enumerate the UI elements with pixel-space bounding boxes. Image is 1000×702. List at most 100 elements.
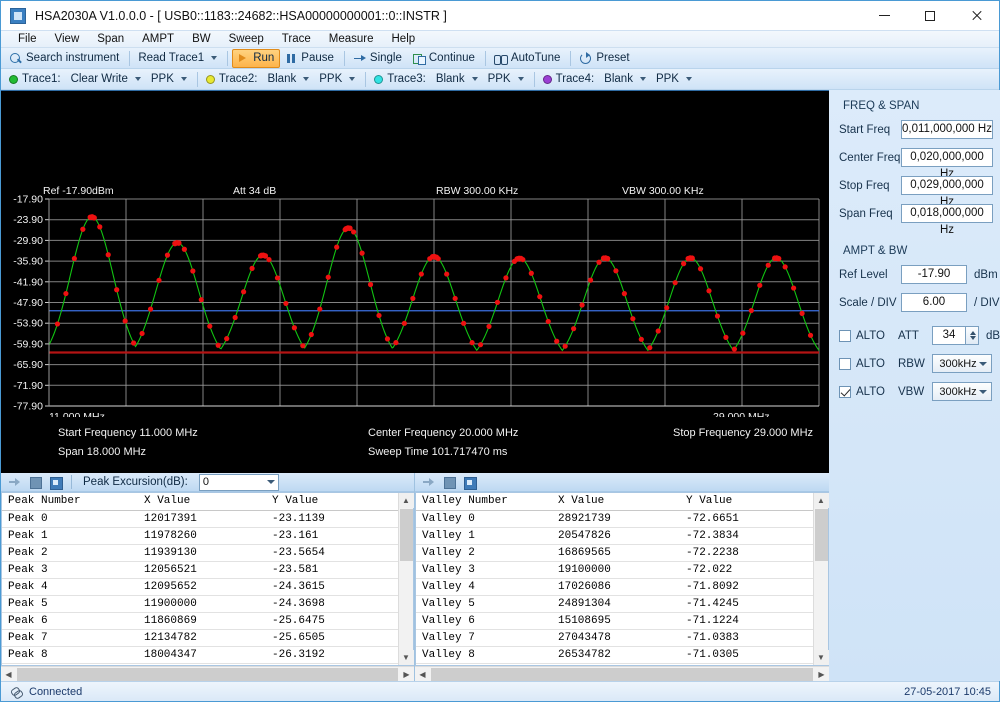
autotune-button[interactable]: AutoTune (490, 49, 566, 68)
valley-horizontal-scrollbar[interactable]: ◀ ▶ (415, 666, 829, 681)
scroll-down-icon[interactable]: ▼ (399, 650, 414, 665)
search-instrument-button[interactable]: Search instrument (5, 49, 125, 68)
trace2-detector-dropdown[interactable]: PPK (315, 70, 361, 89)
rbw-combo[interactable]: 300kHz (932, 354, 992, 373)
pause-button[interactable]: Pause (280, 49, 340, 68)
scale-div-input[interactable]: 6.00 (901, 293, 967, 312)
scroll-right-icon[interactable]: ▶ (399, 667, 414, 682)
att-auto-checkbox[interactable] (839, 330, 851, 342)
trace3-detector-dropdown[interactable]: PPK (484, 70, 530, 89)
chevron-down-icon (181, 77, 187, 81)
menu-item-trace[interactable]: Trace (273, 31, 320, 48)
trace4-indicator[interactable]: Trace4: (539, 70, 601, 89)
single-button[interactable]: Single (349, 49, 408, 68)
export-icon[interactable] (9, 476, 22, 489)
menu-item-bw[interactable]: BW (183, 31, 220, 48)
table-row[interactable]: Peak 611860869-25.6475 (2, 612, 398, 629)
menu-item-file[interactable]: File (9, 31, 46, 48)
table-row[interactable]: Valley 923169565-71.0027 (416, 663, 813, 665)
menu-item-sweep[interactable]: Sweep (220, 31, 273, 48)
valley-vertical-scrollbar[interactable]: ▲ ▼ (813, 493, 828, 665)
stop-freq-input[interactable]: 0,029,000,000 Hz (901, 176, 993, 195)
svg-text:-35.90: -35.90 (13, 256, 43, 268)
valley-grid-scroll[interactable]: Valley NumberX ValueY ValueValley 028921… (416, 493, 813, 665)
copy-icon[interactable] (443, 476, 456, 489)
autotune-label: AutoTune (511, 52, 560, 64)
table-row[interactable]: Peak 211939130-23.5654 (2, 544, 398, 561)
table-row[interactable]: Valley 417026086-71.8092 (416, 578, 813, 595)
table-row[interactable]: Valley 216869565-72.2238 (416, 544, 813, 561)
table-cell: -24.3615 (266, 578, 398, 595)
scroll-left-icon[interactable]: ◀ (1, 667, 16, 682)
table-row[interactable]: Valley 319100000-72.022 (416, 561, 813, 578)
trace2-mode-label: Blank (267, 73, 296, 85)
read-trace-button[interactable]: Read Trace1 (134, 49, 223, 68)
trace4-detector-dropdown[interactable]: PPK (652, 70, 698, 89)
peak-excursion-combo[interactable]: 0 (199, 474, 279, 491)
trace1-indicator[interactable]: Trace1: (5, 70, 67, 89)
continue-button[interactable]: Continue (408, 49, 481, 68)
table-row[interactable]: Valley 826534782-71.0305 (416, 646, 813, 663)
close-button[interactable] (953, 1, 999, 31)
run-button[interactable]: Run (232, 49, 280, 68)
menu-item-help[interactable]: Help (383, 31, 425, 48)
maximize-button[interactable] (907, 1, 953, 31)
scroll-right-icon[interactable]: ▶ (814, 667, 829, 682)
preset-button[interactable]: Preset (575, 49, 635, 68)
table-row[interactable]: Peak 917965217-26.4312 (2, 663, 398, 665)
peak-horizontal-scrollbar[interactable]: ◀ ▶ (1, 666, 414, 681)
vbw-combo[interactable]: 300kHz (932, 382, 992, 401)
att-input[interactable]: 34 (932, 326, 966, 345)
trace3-mode-dropdown[interactable]: Blank (432, 70, 484, 89)
ref-level-input[interactable]: -17.90 (901, 265, 967, 284)
menu-item-ampt[interactable]: AMPT (133, 31, 183, 48)
table-row[interactable]: Valley 615108695-71.1224 (416, 612, 813, 629)
scroll-down-icon[interactable]: ▼ (814, 650, 829, 665)
table-row[interactable]: Peak 712134782-25.6505 (2, 629, 398, 646)
scroll-up-icon[interactable]: ▲ (814, 493, 829, 508)
span-freq-input[interactable]: 0,018,000,000 Hz (901, 204, 993, 223)
rbw-auto-checkbox[interactable] (839, 358, 851, 370)
minimize-button[interactable] (861, 1, 907, 31)
trace2-indicator[interactable]: Trace2: (202, 70, 264, 89)
trace3-indicator[interactable]: Trace3: (370, 70, 432, 89)
table-row[interactable]: Peak 111978260-23.161 (2, 527, 398, 544)
peak-grid-scroll[interactable]: Peak NumberX ValueY ValuePeak 012017391-… (2, 493, 398, 665)
scroll-thumb[interactable] (431, 668, 813, 681)
menu-item-span[interactable]: Span (88, 31, 133, 48)
vbw-auto-checkbox[interactable] (839, 386, 851, 398)
table-row[interactable]: Peak 312056521-23.581 (2, 561, 398, 578)
table-cell: 27043478 (552, 629, 680, 646)
copy-icon[interactable] (29, 476, 42, 489)
table-row[interactable]: Peak 818004347-26.3192 (2, 646, 398, 663)
trace4-mode-dropdown[interactable]: Blank (600, 70, 652, 89)
att-spinner[interactable] (966, 326, 979, 345)
table-row[interactable]: Peak 412095652-24.3615 (2, 578, 398, 595)
menu-item-measure[interactable]: Measure (320, 31, 383, 48)
save-icon[interactable] (463, 476, 476, 489)
table-row[interactable]: Peak 511900000-24.3698 (2, 595, 398, 612)
table-row[interactable]: Valley 028921739-72.6651 (416, 510, 813, 527)
export-icon[interactable] (423, 476, 436, 489)
scroll-left-icon[interactable]: ◀ (415, 667, 430, 682)
start-freq-input[interactable]: 0,011,000,000 Hz (901, 120, 993, 139)
scroll-thumb[interactable] (400, 509, 413, 561)
spectrum-chart[interactable]: -17.90-23.90-29.90-35.90-41.90-47.90-53.… (1, 90, 829, 473)
trace2-mode-dropdown[interactable]: Blank (263, 70, 315, 89)
scroll-thumb[interactable] (17, 668, 398, 681)
save-icon[interactable] (49, 476, 62, 489)
table-row[interactable]: Valley 120547826-72.3834 (416, 527, 813, 544)
menu-item-view[interactable]: View (46, 31, 89, 48)
scroll-up-icon[interactable]: ▲ (399, 493, 414, 508)
table-cell: -23.5654 (266, 544, 398, 561)
peak-vertical-scrollbar[interactable]: ▲ ▼ (398, 493, 413, 665)
trace1-mode-dropdown[interactable]: Clear Write (67, 70, 147, 89)
table-row[interactable]: Valley 727043478-71.0383 (416, 629, 813, 646)
scroll-thumb[interactable] (815, 509, 828, 561)
table-row[interactable]: Valley 524891304-71.4245 (416, 595, 813, 612)
trace1-label: Trace1: (22, 73, 61, 85)
table-cell: -71.1224 (680, 612, 813, 629)
trace1-detector-dropdown[interactable]: PPK (147, 70, 193, 89)
table-row[interactable]: Peak 012017391-23.1139 (2, 510, 398, 527)
center-freq-input[interactable]: 0,020,000,000 Hz (901, 148, 993, 167)
